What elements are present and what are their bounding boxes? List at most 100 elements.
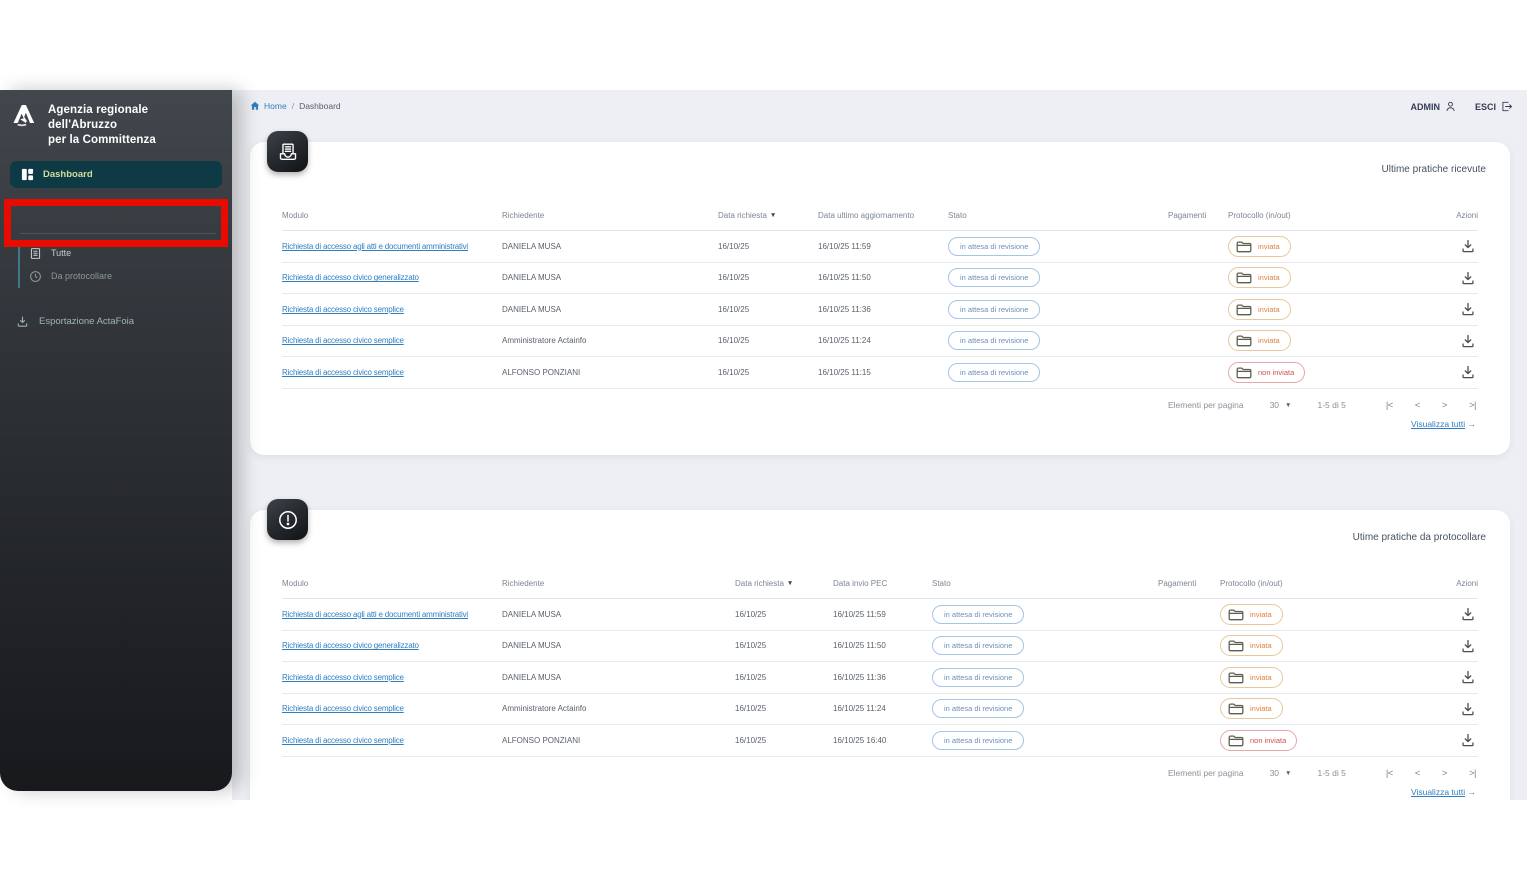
modulo-link[interactable]: Richiesta di accesso civico semplice: [282, 305, 502, 314]
admin-menu-button[interactable]: ADMIN: [1410, 100, 1457, 113]
modulo-link[interactable]: Richiesta di accesso civico generalizzat…: [282, 273, 502, 282]
alert-circle-icon: [267, 499, 308, 540]
sidebar-item-label: Da protocollare: [51, 271, 113, 282]
next-page-button[interactable]: >: [1442, 768, 1448, 779]
download-button[interactable]: [1460, 236, 1478, 254]
data-secondaria-cell: 16/10/25 16:40: [833, 735, 887, 745]
protocollo-badge: inviata: [1228, 330, 1291, 352]
next-page-button[interactable]: >: [1442, 400, 1448, 411]
status-badge: in attesa di revisione: [932, 667, 1025, 687]
richiedente-cell: DANIELA MUSA: [502, 304, 562, 314]
richiedente-cell: DANIELA MUSA: [502, 609, 562, 619]
column-header-data-richiesta[interactable]: Data richiesta ▼: [718, 211, 818, 220]
items-per-page-select[interactable]: 30 ▼: [1270, 768, 1292, 778]
azioni-cell: [1408, 268, 1478, 288]
data-secondaria-cell: 16/10/25 11:24: [818, 336, 871, 346]
card-title: Ultime pratiche ricevute: [1381, 164, 1486, 175]
column-header-modulo: Modulo: [282, 579, 309, 588]
download-button[interactable]: [1460, 362, 1478, 380]
sidebar-item-label: Esportazione ActaFoia: [39, 315, 135, 327]
breadcrumb-home-link[interactable]: Home: [250, 101, 287, 111]
azioni-cell: [1408, 331, 1478, 351]
pagination-range: 1-5 di 5: [1317, 768, 1346, 778]
download-button[interactable]: [1460, 636, 1478, 654]
column-header-data-richiesta[interactable]: Data richiesta ▼: [735, 579, 833, 588]
sidebar-item-esportazione-actafoia[interactable]: Esportazione ActaFoia: [16, 315, 232, 328]
main-content: Home / Dashboard ADMIN ESCI Ultime prati…: [232, 90, 1527, 800]
data-richiesta-cell: 16/10/25: [718, 273, 750, 283]
items-per-page-label: Elementi per pagina: [1167, 768, 1244, 778]
modulo-link[interactable]: Richiesta di accesso agli atti e documen…: [282, 610, 502, 619]
modulo-link[interactable]: Richiesta di accesso civico semplice: [282, 336, 502, 345]
pagination-nav: |< < > >|: [1386, 768, 1477, 779]
card-title: Utime pratiche da protocollare: [1352, 532, 1486, 543]
first-page-button[interactable]: |<: [1386, 768, 1394, 779]
protocollo-cell: inviata: [1228, 298, 1408, 320]
view-all-link[interactable]: Visualizza tutti →: [1411, 787, 1476, 797]
folder-icon: [1236, 366, 1252, 379]
download-icon: [1460, 301, 1476, 317]
modulo-link[interactable]: Richiesta di accesso civico generalizzat…: [282, 641, 502, 650]
sidebar-item-dashboard[interactable]: Dashboard: [10, 160, 222, 188]
items-per-page-select[interactable]: 30 ▼: [1270, 400, 1292, 410]
breadcrumb-separator: /: [291, 101, 295, 111]
modulo-link[interactable]: Richiesta di accesso civico semplice: [282, 704, 502, 713]
richiedente-cell: ALFONSO PONZIANI: [502, 735, 581, 745]
table-row: Richiesta di accesso civico semplice Ammi…: [282, 326, 1478, 357]
download-button[interactable]: [1460, 604, 1478, 622]
data-richiesta-cell: 16/10/25: [735, 704, 767, 714]
data-secondaria-cell: 16/10/25 11:50: [818, 273, 871, 283]
chevron-down-icon: ▼: [1285, 769, 1292, 777]
data-richiesta-cell: 16/10/25: [735, 609, 767, 619]
column-header-azioni: Azioni: [1456, 579, 1478, 588]
view-all-link[interactable]: Visualizza tutti →: [1411, 419, 1476, 429]
stato-cell: in attesa di revisione: [948, 236, 1168, 256]
richiedente-cell: DANIELA MUSA: [502, 641, 562, 651]
sidebar: Agenzia regionale dell'Abruzzo per la Co…: [0, 90, 232, 791]
table-row: Richiesta di accesso civico generalizzat…: [282, 263, 1478, 294]
sort-desc-icon: ▼: [786, 580, 794, 587]
logout-button[interactable]: ESCI: [1475, 100, 1513, 113]
first-page-button[interactable]: |<: [1386, 400, 1394, 411]
download-button[interactable]: [1460, 730, 1478, 748]
modulo-link[interactable]: Richiesta di accesso civico semplice: [282, 368, 502, 377]
prev-page-button[interactable]: <: [1415, 768, 1421, 779]
sidebar-item-da-protocollare[interactable]: Da protocollare: [20, 265, 232, 288]
column-header-pagamenti: Pagamenti: [1158, 579, 1197, 588]
card-ultime-pratiche-ricevute: Ultime pratiche ricevute Modulo Richieden…: [250, 131, 1510, 455]
download-button[interactable]: [1460, 268, 1478, 286]
download-button[interactable]: [1460, 667, 1478, 685]
richiedente-cell: ALFONSO PONZIANI: [502, 367, 581, 377]
stato-cell: in attesa di revisione: [932, 667, 1158, 687]
status-badge: in attesa di revisione: [948, 299, 1041, 319]
download-button[interactable]: [1460, 699, 1478, 717]
breadcrumb-current: Dashboard: [299, 101, 341, 111]
protocollo-cell: inviata: [1220, 666, 1400, 688]
download-icon: [1460, 333, 1476, 349]
sidebar-item-tutte[interactable]: Tutte: [20, 242, 232, 265]
card-utime-pratiche-da-protocollare: Utime pratiche da protocollare Modulo Ric…: [250, 499, 1510, 800]
arrow-right-icon: →: [1467, 786, 1477, 797]
data-secondaria-cell: 16/10/25 11:15: [818, 367, 871, 377]
download-button[interactable]: [1460, 299, 1478, 317]
agency-name: Agenzia regionale dell'Abruzzo per la Co…: [48, 104, 156, 146]
column-header-richiedente: Richiedente: [502, 211, 545, 220]
prev-page-button[interactable]: <: [1415, 400, 1421, 411]
last-page-button[interactable]: >|: [1469, 400, 1477, 411]
modulo-link[interactable]: Richiesta di accesso civico semplice: [282, 673, 502, 682]
column-header-protocollo-in-out: Protocollo (in/out): [1228, 211, 1291, 220]
table-header-row: Modulo Richiedente Data richiesta ▼ Data ult…: [282, 201, 1478, 231]
data-secondaria-cell: 16/10/25 11:36: [818, 304, 871, 314]
status-badge: in attesa di revisione: [932, 699, 1025, 719]
folder-icon: [1228, 702, 1244, 715]
modulo-link[interactable]: Richiesta di accesso agli atti e documen…: [282, 242, 502, 251]
column-header-data-ultimo-aggiornamento: Data ultimo aggiornamento: [818, 211, 915, 220]
modulo-link[interactable]: Richiesta di accesso civico semplice: [282, 736, 502, 745]
column-header-stato: Stato: [932, 579, 951, 588]
download-button[interactable]: [1460, 331, 1478, 349]
last-page-button[interactable]: >|: [1469, 768, 1477, 779]
stato-cell: in attesa di revisione: [932, 604, 1158, 624]
download-icon: [1460, 638, 1476, 654]
data-secondaria-cell: 16/10/25 11:24: [833, 704, 886, 714]
stato-cell: in attesa di revisione: [948, 362, 1168, 382]
